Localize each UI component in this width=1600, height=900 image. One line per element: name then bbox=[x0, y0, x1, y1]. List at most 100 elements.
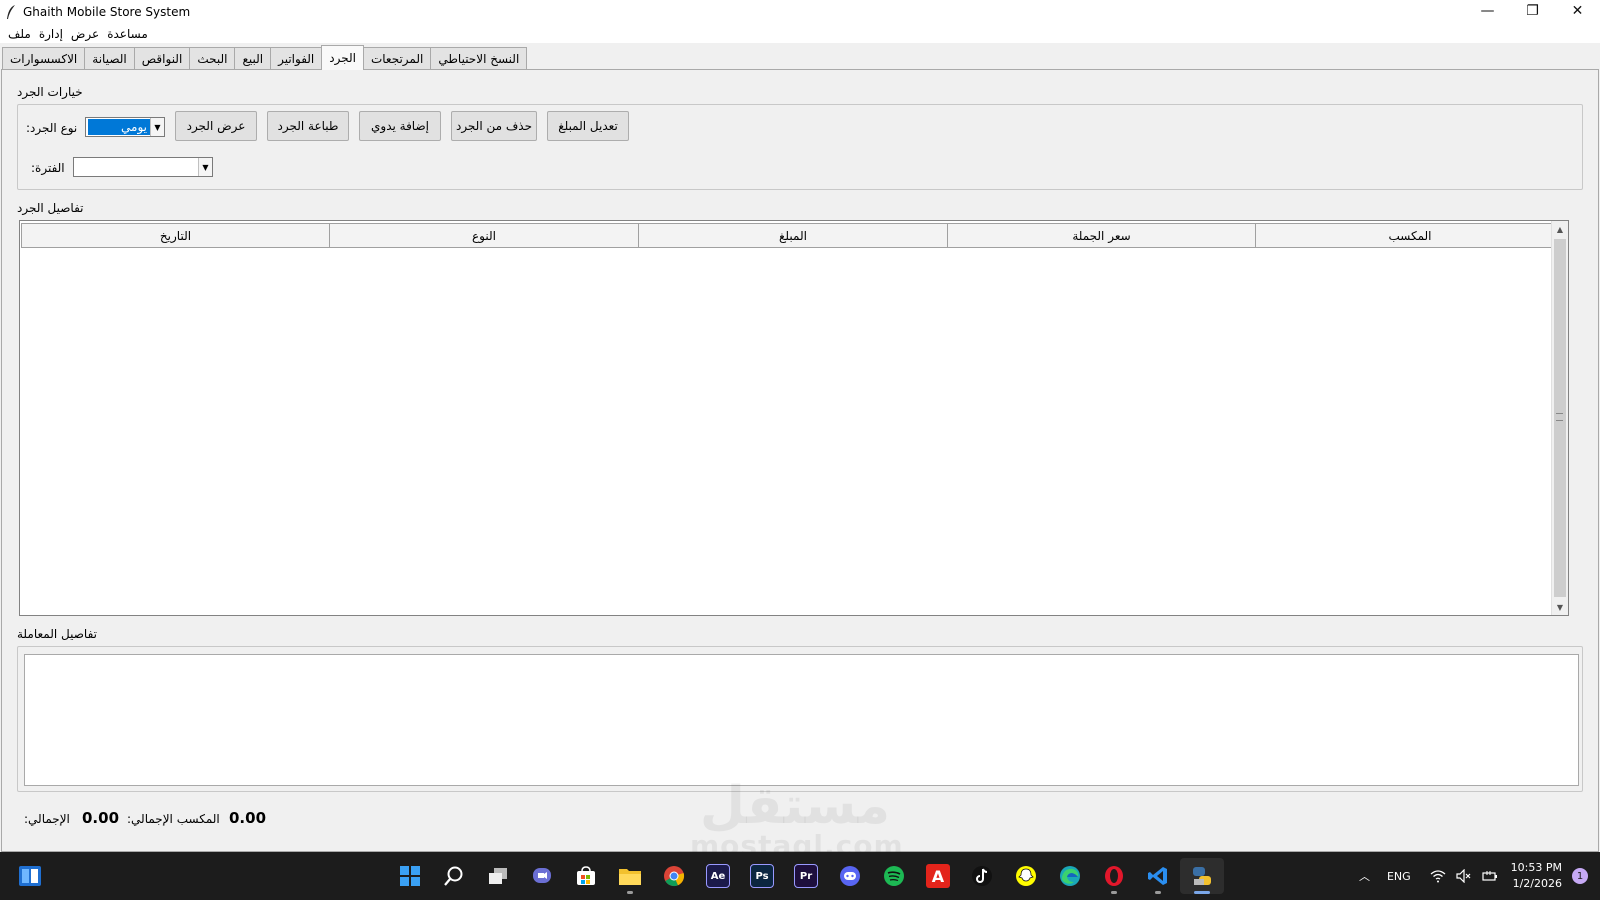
tab-shortages[interactable]: النواقص bbox=[133, 47, 191, 69]
chevron-up-icon[interactable]: ︿ bbox=[1359, 868, 1370, 884]
battery-icon[interactable] bbox=[1482, 869, 1498, 883]
column-header-type[interactable]: النوع bbox=[329, 223, 639, 248]
title-bar: Ghaith Mobile Store System — ❐ ✕ bbox=[0, 0, 1600, 24]
transaction-details-title: تفاصيل المعاملة bbox=[17, 627, 97, 641]
wifi-icon[interactable] bbox=[1430, 869, 1446, 883]
spotify-icon bbox=[882, 864, 906, 888]
tab-inventory[interactable]: الجرد bbox=[321, 45, 364, 70]
windows-start-icon bbox=[398, 864, 422, 888]
column-header-amount[interactable]: المبلغ bbox=[638, 223, 948, 248]
chrome-taskbar-button[interactable] bbox=[652, 858, 696, 894]
chrome-icon bbox=[662, 864, 686, 888]
language-indicator[interactable]: ENG bbox=[1387, 870, 1411, 883]
premiere-taskbar-button[interactable]: Pr bbox=[784, 858, 828, 894]
watermark-text: مستقل bbox=[699, 776, 891, 836]
inventory-type-label: :نوع الجرد bbox=[26, 121, 78, 135]
inventory-details-table[interactable]: التاريخ النوع المبلغ سعر الجملة المكسب ▲… bbox=[19, 220, 1569, 616]
table-vertical-scrollbar[interactable]: ▲ ▼ bbox=[1551, 221, 1568, 615]
teams-chat-taskbar-button[interactable] bbox=[520, 858, 564, 894]
tab-accessories[interactable]: الاكسسوارات bbox=[2, 47, 86, 69]
tab-returns[interactable]: المرتجعات bbox=[362, 47, 432, 69]
chevron-down-icon[interactable]: ▼ bbox=[150, 118, 164, 136]
search-taskbar-button[interactable] bbox=[432, 858, 476, 894]
running-indicator bbox=[1194, 891, 1210, 894]
running-indicator bbox=[1155, 891, 1161, 894]
task-view-taskbar-button[interactable] bbox=[476, 858, 520, 894]
snapchat-icon bbox=[1014, 864, 1038, 888]
windows-taskbar: Ae Ps Pr A ︿ ENG 10:53 PM 1/2/2026 1 bbox=[0, 852, 1600, 900]
menu-file[interactable]: ملف bbox=[4, 27, 35, 41]
show-inventory-button[interactable]: عرض الجرد bbox=[175, 111, 257, 141]
notification-badge[interactable]: 1 bbox=[1572, 868, 1588, 884]
opera-icon bbox=[1102, 864, 1126, 888]
transaction-details-textbox[interactable] bbox=[24, 654, 1579, 786]
menu-manage[interactable]: إدارة bbox=[35, 27, 67, 41]
search-icon bbox=[442, 864, 466, 888]
window-title: Ghaith Mobile Store System bbox=[23, 5, 191, 19]
total-label: :الإجمالي bbox=[24, 812, 70, 826]
running-indicator bbox=[627, 891, 633, 894]
minimize-button[interactable]: — bbox=[1465, 0, 1510, 22]
premiere-icon: Pr bbox=[794, 864, 818, 888]
chevron-down-icon[interactable]: ▼ bbox=[198, 158, 212, 176]
clock-time: 10:53 PM bbox=[1510, 861, 1562, 874]
vscode-icon bbox=[1146, 864, 1170, 888]
column-header-wholesale-price[interactable]: سعر الجملة bbox=[947, 223, 1256, 248]
file-explorer-taskbar-button[interactable] bbox=[608, 858, 652, 894]
widgets-icon[interactable] bbox=[18, 864, 42, 888]
python-app-taskbar-button[interactable] bbox=[1180, 858, 1224, 894]
photoshop-icon: Ps bbox=[750, 864, 774, 888]
scroll-up-icon[interactable]: ▲ bbox=[1552, 221, 1568, 237]
profit-total-value: 0.00 bbox=[229, 809, 267, 827]
inventory-type-value: يومي bbox=[88, 119, 150, 135]
scroll-down-icon[interactable]: ▼ bbox=[1552, 599, 1568, 615]
discord-taskbar-button[interactable] bbox=[828, 858, 872, 894]
column-header-date[interactable]: التاريخ bbox=[21, 223, 330, 248]
task-view-icon bbox=[486, 864, 510, 888]
file-explorer-icon bbox=[618, 864, 642, 888]
discord-icon bbox=[838, 864, 862, 888]
taskbar-apps: Ae Ps Pr A bbox=[388, 858, 1224, 894]
acrobat-taskbar-button[interactable]: A bbox=[916, 858, 960, 894]
tiktok-taskbar-button[interactable] bbox=[960, 858, 1004, 894]
windows-start-taskbar-button[interactable] bbox=[388, 858, 432, 894]
inventory-details-title: تفاصيل الجرد bbox=[17, 201, 84, 215]
snapchat-taskbar-button[interactable] bbox=[1004, 858, 1048, 894]
volume-muted-icon[interactable] bbox=[1456, 869, 1472, 883]
microsoft-store-taskbar-button[interactable] bbox=[564, 858, 608, 894]
tab-maintenance[interactable]: الصيانة bbox=[84, 47, 135, 69]
photoshop-taskbar-button[interactable]: Ps bbox=[740, 858, 784, 894]
tab-search[interactable]: البحث bbox=[189, 47, 236, 69]
period-combobox[interactable]: ▼ bbox=[73, 157, 213, 177]
opera-taskbar-button[interactable] bbox=[1092, 858, 1136, 894]
delete-from-inventory-button[interactable]: حذف من الجرد bbox=[451, 111, 537, 141]
feather-app-icon bbox=[7, 5, 15, 19]
profit-total-label: :المكسب الإجمالي bbox=[127, 812, 220, 826]
spotify-taskbar-button[interactable] bbox=[872, 858, 916, 894]
tab-sales[interactable]: البيع bbox=[234, 47, 272, 69]
system-tray: ︿ ENG 10:53 PM 1/2/2026 1 bbox=[1354, 852, 1600, 900]
after-effects-taskbar-button[interactable]: Ae bbox=[696, 858, 740, 894]
scroll-grip-icon bbox=[1556, 413, 1563, 421]
manual-add-button[interactable]: إضافة يدوي bbox=[359, 111, 441, 141]
print-inventory-button[interactable]: طباعة الجرد bbox=[267, 111, 349, 141]
vscode-taskbar-button[interactable] bbox=[1136, 858, 1180, 894]
edge-taskbar-button[interactable] bbox=[1048, 858, 1092, 894]
edit-amount-button[interactable]: تعديل المبلغ bbox=[547, 111, 629, 141]
clock-date: 1/2/2026 bbox=[1512, 877, 1562, 890]
acrobat-icon: A bbox=[926, 864, 950, 888]
edge-icon bbox=[1058, 864, 1082, 888]
tiktok-icon bbox=[970, 864, 994, 888]
tab-backup[interactable]: النسخ الاحتياطي bbox=[430, 47, 528, 69]
restore-button[interactable]: ❐ bbox=[1510, 0, 1555, 22]
running-indicator bbox=[1111, 891, 1117, 894]
clock[interactable]: 10:53 PM 1/2/2026 bbox=[1511, 860, 1562, 892]
inventory-options-title: خيارات الجرد bbox=[17, 85, 83, 99]
column-header-profit[interactable]: المكسب bbox=[1255, 223, 1565, 248]
menu-view[interactable]: عرض bbox=[67, 27, 103, 41]
inventory-type-combobox[interactable]: يومي ▼ bbox=[85, 117, 165, 137]
menu-help[interactable]: مساعدة bbox=[103, 27, 152, 41]
teams-chat-icon bbox=[530, 864, 554, 888]
tab-invoices[interactable]: الفواتير bbox=[270, 47, 323, 69]
close-button[interactable]: ✕ bbox=[1555, 0, 1600, 22]
